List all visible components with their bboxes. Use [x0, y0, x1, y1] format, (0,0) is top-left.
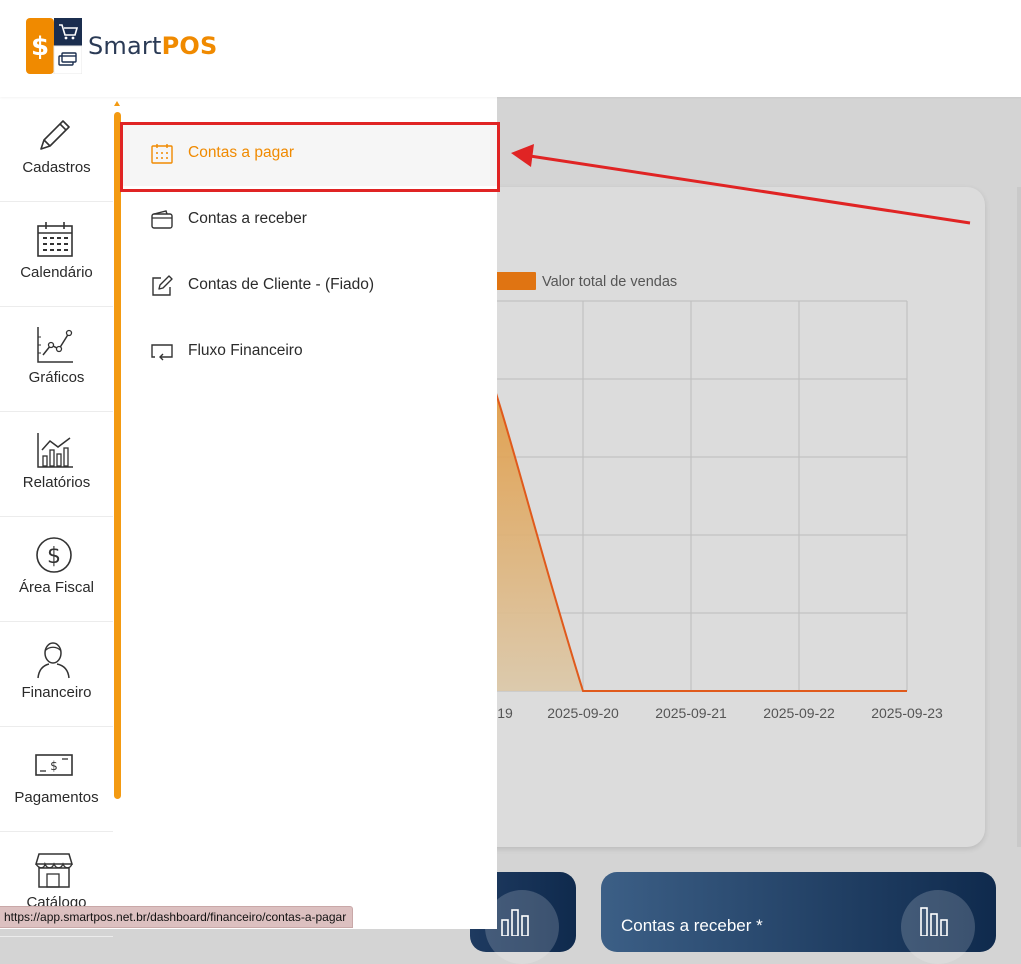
legend-swatch — [493, 272, 536, 290]
svg-text:$: $ — [47, 544, 61, 569]
wallet-icon — [151, 210, 173, 229]
brand-part2: POS — [161, 32, 218, 60]
x-axis-ticks: 19 2025-09-20 2025-09-21 2025-09-22 2025-09-… — [497, 705, 943, 721]
sidebar-item-label: Financeiro — [21, 684, 92, 701]
submenu-item-contas-a-receber[interactable]: Contas a receber — [123, 188, 497, 252]
x-tick-label: 2025-09-22 — [763, 705, 835, 721]
person-icon — [37, 642, 70, 679]
x-tick-label: 2025-09-20 — [547, 705, 619, 721]
line-chart-icon — [37, 327, 73, 363]
return-icon — [151, 344, 173, 361]
sidebar-item-label: Relatórios — [22, 474, 91, 491]
sidebar-item-relatorios[interactable]: Relatórios — [0, 412, 113, 517]
x-tick-label: 2025-09-21 — [655, 705, 727, 721]
legend-label: Valor total de vendas — [542, 274, 677, 290]
svg-text:$: $ — [31, 32, 49, 62]
pencil-icon — [40, 120, 70, 150]
brand-name: SmartPOS — [88, 31, 218, 61]
app-header: $ SmartPOS — [0, 0, 1021, 97]
sidebar-item-area-fiscal[interactable]: $ Área Fiscal — [0, 517, 113, 622]
sidebar-item-cadastros[interactable]: Cadastros — [0, 97, 113, 202]
sidebar-item-label: Calendário — [20, 264, 93, 281]
svg-text:$: $ — [50, 759, 58, 773]
x-tick-label: 19 — [497, 705, 513, 721]
sidebar-item-financeiro[interactable]: Financeiro — [0, 622, 113, 727]
edit-icon — [152, 275, 173, 296]
submenu-item-contas-de-cliente[interactable]: Contas de Cliente - (Fiado) — [123, 254, 497, 318]
sidebar-item-label: Área Fiscal — [18, 579, 95, 596]
sidebar-item-label: Gráficos — [28, 369, 85, 386]
submenu-item-label: Contas de Cliente - (Fiado) — [188, 276, 375, 293]
banknote-icon: $ — [35, 754, 73, 776]
sidebar-item-pagamentos[interactable]: $ Pagamentos — [0, 727, 113, 832]
sidebar-scrollbar[interactable] — [114, 112, 121, 799]
x-tick-label: 2025-09-23 — [871, 705, 943, 721]
dollar-circle-icon: $ — [36, 537, 72, 573]
main-sidebar: Cadastros Calendário Gráficos Relatórios… — [0, 97, 113, 937]
submenu-item-fluxo-financeiro[interactable]: Fluxo Financeiro — [123, 320, 497, 384]
submenu-item-label: Fluxo Financeiro — [188, 342, 303, 359]
calendar-icon — [37, 222, 73, 257]
store-icon — [35, 853, 74, 888]
sidebar-item-calendario[interactable]: Calendário — [0, 202, 113, 307]
smartpos-logo[interactable]: $ — [26, 18, 82, 74]
sidebar-item-graficos[interactable]: Gráficos — [0, 307, 113, 412]
sidebar-item-label: Pagamentos — [14, 789, 99, 806]
sidebar-item-label: Cadastros — [22, 159, 91, 176]
submenu-item-label: Contas a receber — [188, 210, 307, 227]
browser-status-url: https://app.smartpos.net.br/dashboard/fi… — [0, 906, 354, 928]
financeiro-submenu: Contas a pagar Contas a receber Contas d… — [123, 97, 497, 929]
scroll-up-arrow[interactable] — [114, 101, 120, 106]
highlight-annotation-box — [120, 122, 500, 192]
bar-chart-icon — [37, 433, 73, 468]
brand-part1: Smart — [88, 32, 162, 60]
